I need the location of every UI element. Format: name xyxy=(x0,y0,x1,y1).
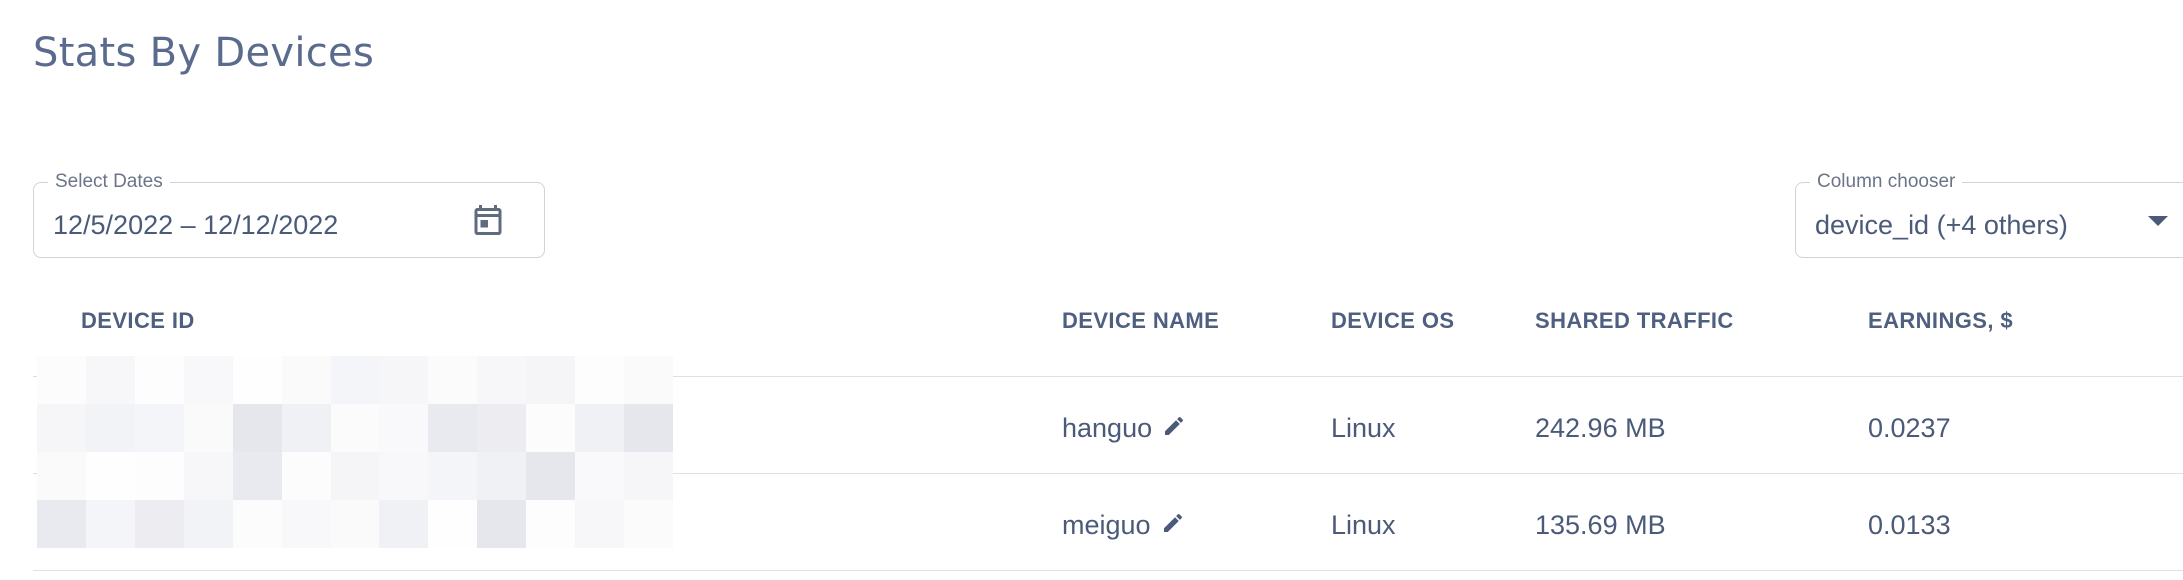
redaction-pixel xyxy=(37,452,86,500)
redaction-pixel xyxy=(37,356,86,404)
redaction-pixel xyxy=(281,452,331,500)
header-earnings[interactable]: EARNINGS, $ xyxy=(1868,308,2013,334)
redaction-pixel xyxy=(281,404,331,452)
redaction-pixel xyxy=(134,452,184,500)
redaction-pixel xyxy=(37,500,86,548)
redaction-pixel xyxy=(428,500,478,548)
column-chooser-label: Column chooser xyxy=(1810,171,1963,193)
shared-traffic-cell: 135.69 MB xyxy=(1535,510,1666,540)
redaction-pixel xyxy=(575,500,625,548)
earnings-cell: 0.0133 xyxy=(1868,510,1951,540)
redaction-pixel xyxy=(232,404,282,452)
device-os-cell: Linux xyxy=(1331,413,1396,443)
redaction-pixel xyxy=(134,356,184,404)
redaction-pixel xyxy=(330,452,380,500)
redaction-pixel xyxy=(575,452,625,500)
redaction-pixel xyxy=(281,356,331,404)
edit-pencil-icon[interactable] xyxy=(1161,511,1185,535)
page-title: Stats By Devices xyxy=(33,30,375,76)
device-name-cell: meiguo xyxy=(1062,510,1185,541)
redaction-pixel xyxy=(575,404,625,452)
redaction-pixel xyxy=(85,356,135,404)
redaction-pixel xyxy=(624,356,673,404)
redaction-pixel xyxy=(183,500,233,548)
header-device-id[interactable]: DEVICE ID xyxy=(81,308,195,334)
redaction-pixel xyxy=(379,404,429,452)
redaction-pixel xyxy=(85,500,135,548)
redaction-pixel xyxy=(379,500,429,548)
redaction-pixel xyxy=(526,500,576,548)
column-chooser-value: device_id (+4 others) xyxy=(1815,210,2068,240)
redaction-pixel xyxy=(281,500,331,548)
redaction-pixel xyxy=(232,500,282,548)
header-shared-traffic[interactable]: SHARED TRAFFIC xyxy=(1535,308,1734,334)
redaction-pixel xyxy=(428,404,478,452)
edit-pencil-icon[interactable] xyxy=(1162,414,1186,438)
redacted-device-ids xyxy=(37,356,673,548)
redaction-pixel xyxy=(624,404,673,452)
redaction-pixel xyxy=(526,452,576,500)
redaction-pixel xyxy=(477,452,527,500)
redaction-pixel xyxy=(85,404,135,452)
redaction-pixel xyxy=(37,404,86,452)
redaction-pixel xyxy=(232,356,282,404)
select-dates-field[interactable]: Select Dates 12/5/2022 – 12/12/2022 xyxy=(33,171,545,258)
earnings-cell: 0.0237 xyxy=(1868,413,1951,443)
redaction-pixel xyxy=(477,500,527,548)
device-name-value: hanguo xyxy=(1062,413,1153,443)
stats-by-devices-page: Stats By Devices Select Dates 12/5/2022 … xyxy=(0,0,2183,580)
redaction-pixel xyxy=(575,356,625,404)
redaction-pixel xyxy=(330,356,380,404)
chevron-down-icon[interactable] xyxy=(2146,214,2170,228)
redaction-pixel xyxy=(183,356,233,404)
redaction-pixel xyxy=(477,356,527,404)
redaction-pixel xyxy=(526,404,576,452)
shared-traffic-cell: 242.96 MB xyxy=(1535,413,1666,443)
redaction-pixel xyxy=(134,404,184,452)
redaction-pixel xyxy=(526,356,576,404)
date-range-value[interactable]: 12/5/2022 – 12/12/2022 xyxy=(53,210,338,241)
redaction-pixel xyxy=(330,500,380,548)
redaction-pixel xyxy=(330,404,380,452)
redaction-pixel xyxy=(624,500,673,548)
redaction-pixel xyxy=(85,452,135,500)
redaction-pixel xyxy=(477,404,527,452)
redaction-pixel xyxy=(232,452,282,500)
redaction-pixel xyxy=(624,452,673,500)
device-name-cell: hanguo xyxy=(1062,413,1186,444)
redaction-pixel xyxy=(134,500,184,548)
column-chooser-select[interactable]: Column chooser device_id (+4 others) xyxy=(1795,171,2183,258)
device-name-value: meiguo xyxy=(1062,510,1151,540)
header-device-os[interactable]: DEVICE OS xyxy=(1331,308,1454,334)
redaction-pixel xyxy=(428,356,478,404)
redaction-pixel xyxy=(379,356,429,404)
device-os-cell: Linux xyxy=(1331,510,1396,540)
redaction-pixel xyxy=(183,404,233,452)
redaction-pixel xyxy=(428,452,478,500)
redaction-pixel xyxy=(379,452,429,500)
select-dates-label: Select Dates xyxy=(48,171,170,193)
redaction-pixel xyxy=(183,452,233,500)
header-device-name[interactable]: DEVICE NAME xyxy=(1062,308,1219,334)
calendar-icon[interactable] xyxy=(470,202,506,238)
